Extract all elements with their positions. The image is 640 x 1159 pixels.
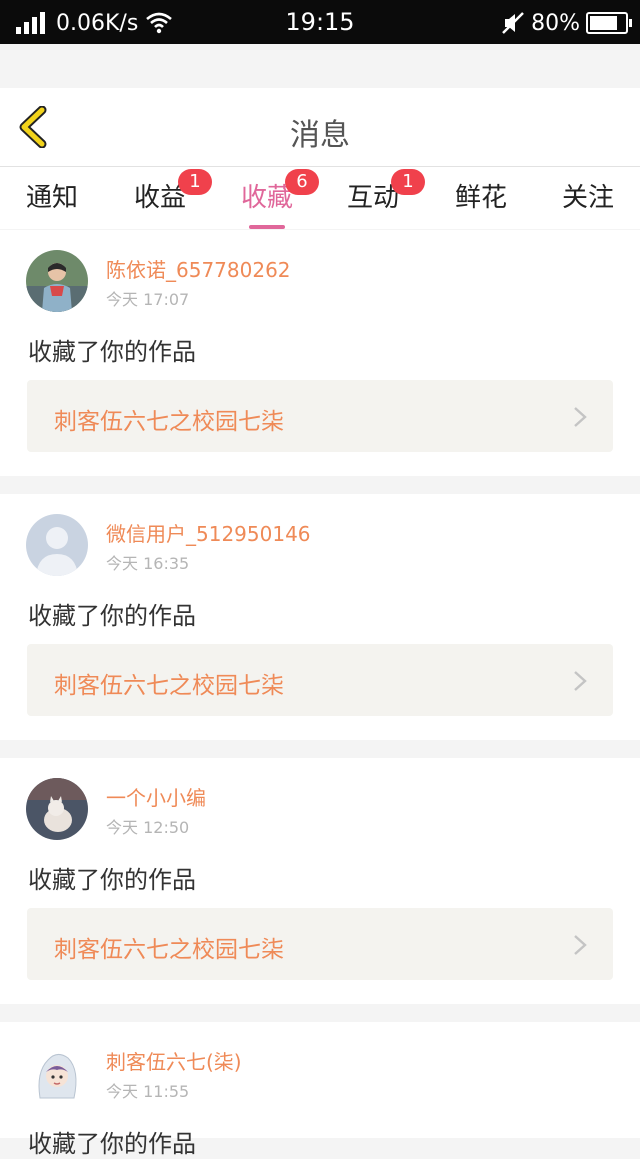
username[interactable]: 微信用户_512950146	[106, 518, 311, 547]
timestamp: 今天 12:50	[106, 818, 190, 837]
work-title: 刺客伍六七之校园七柒	[54, 937, 284, 963]
timestamp: 今天 16:35	[106, 554, 190, 573]
tab-notice[interactable]: 通知	[2, 177, 102, 214]
message-card: 刺客伍六七(柒) 今天 11:55 收藏了你的作品	[0, 1022, 640, 1158]
tab-label: 通知	[25, 183, 78, 213]
work-title: 刺客伍六七之校园七柒	[54, 673, 284, 699]
work-link[interactable]: 刺客伍六七之校园七柒	[27, 380, 613, 452]
tab-favorites[interactable]: 收藏 6	[217, 169, 319, 229]
action-text: 收藏了你的作品	[28, 1130, 196, 1158]
tab-label: 互动	[346, 183, 399, 213]
tab-label: 收藏	[240, 183, 293, 213]
work-link[interactable]: 刺客伍六七之校园七柒	[27, 908, 613, 980]
badge-count: 1	[178, 169, 212, 195]
username[interactable]: 刺客伍六七(柒)	[106, 1046, 242, 1075]
tab-label: 关注	[561, 183, 614, 213]
avatar[interactable]	[26, 1042, 88, 1104]
chevron-right-icon	[574, 671, 587, 691]
status-bar: 0.06K/s 19:15 80%	[0, 0, 640, 44]
chevron-right-icon	[574, 407, 587, 427]
tab-interactions[interactable]: 互动 1	[323, 169, 425, 214]
message-card: 陈依诺_657780262 今天 17:07 收藏了你的作品 刺客伍六七之校园七…	[0, 230, 640, 476]
tab-label: 鲜花	[454, 183, 507, 213]
work-link[interactable]: 刺客伍六七之校园七柒	[27, 644, 613, 716]
tab-label: 收益	[133, 183, 186, 213]
tab-bar: 通知 收益 1 收藏 6 互动 1 鲜花 关注	[0, 167, 640, 229]
tab-flowers[interactable]: 鲜花	[431, 177, 531, 214]
timestamp: 今天 11:55	[106, 1082, 190, 1101]
page-title: 消息	[290, 118, 350, 153]
tab-follows[interactable]: 关注	[538, 177, 638, 214]
action-text: 收藏了你的作品	[28, 338, 196, 366]
action-text: 收藏了你的作品	[28, 866, 196, 894]
header: 消息	[0, 88, 640, 167]
action-text: 收藏了你的作品	[28, 602, 196, 630]
active-tab-indicator	[249, 225, 285, 229]
battery-icon	[586, 12, 632, 34]
badge-count: 6	[285, 169, 319, 195]
avatar[interactable]	[26, 250, 88, 312]
username[interactable]: 陈依诺_657780262	[106, 254, 291, 283]
chevron-right-icon	[574, 935, 587, 955]
username[interactable]: 一个小小编	[106, 782, 206, 811]
work-title: 刺客伍六七之校园七柒	[54, 409, 284, 435]
tab-earnings[interactable]: 收益 1	[110, 169, 212, 214]
mute-icon	[502, 12, 524, 34]
battery-percent: 80%	[531, 10, 580, 36]
avatar[interactable]	[26, 778, 88, 840]
timestamp: 今天 17:07	[106, 290, 190, 309]
message-card: 微信用户_512950146 今天 16:35 收藏了你的作品 刺客伍六七之校园…	[0, 494, 640, 740]
avatar[interactable]	[26, 514, 88, 576]
badge-count: 1	[391, 169, 425, 195]
message-card: 一个小小编 今天 12:50 收藏了你的作品 刺客伍六七之校园七柒	[0, 758, 640, 1004]
